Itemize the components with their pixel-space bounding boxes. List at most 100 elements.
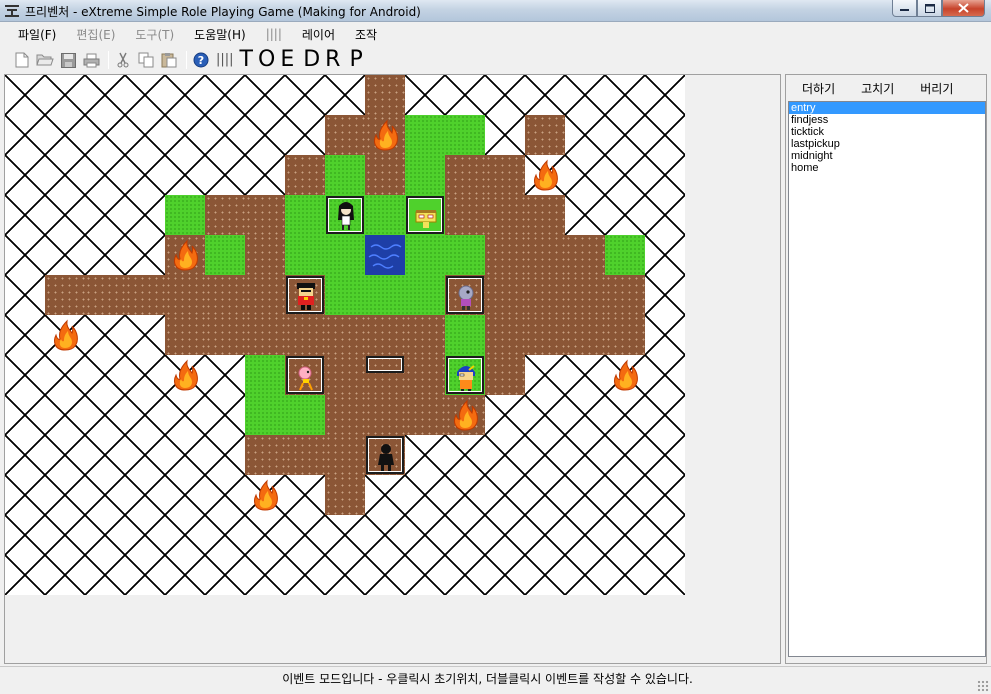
- map-tile-empty[interactable]: [85, 155, 125, 195]
- map-tile-dirt[interactable]: [245, 315, 285, 355]
- map-tile-dirt[interactable]: [605, 275, 645, 315]
- layer-mode-button[interactable]: R: [325, 49, 343, 71]
- map-tile-empty[interactable]: [325, 75, 365, 115]
- map-tile-empty[interactable]: [605, 75, 645, 115]
- map-tile-empty[interactable]: [205, 155, 245, 195]
- map-tile-empty[interactable]: [645, 155, 685, 195]
- map-tile-empty[interactable]: [445, 75, 485, 115]
- map-tile-dirt[interactable]: [125, 275, 165, 315]
- map-tile-empty[interactable]: [525, 435, 565, 475]
- map-tile-empty[interactable]: [125, 155, 165, 195]
- map-tile-dirt[interactable]: [485, 235, 525, 275]
- map-tile-dirt[interactable]: [325, 115, 365, 155]
- map-tile-empty[interactable]: [405, 515, 445, 555]
- map-tile-dirt[interactable]: [45, 275, 85, 315]
- delete-event-button[interactable]: 버리기: [910, 78, 963, 99]
- house-event[interactable]: [406, 196, 444, 234]
- map-tile-empty[interactable]: [285, 555, 325, 595]
- map-tile-empty[interactable]: [125, 435, 165, 475]
- map-tile-empty[interactable]: [5, 475, 45, 515]
- map-tile-empty[interactable]: [565, 75, 605, 115]
- map-tile-empty[interactable]: [5, 155, 45, 195]
- print-icon[interactable]: [81, 50, 101, 70]
- map-canvas[interactable]: [5, 75, 685, 595]
- map-tile-empty[interactable]: [525, 75, 565, 115]
- map-tile-empty[interactable]: [565, 475, 605, 515]
- map-tile-dirt[interactable]: [445, 195, 485, 235]
- map-tile-grass[interactable]: [405, 115, 445, 155]
- map-tile-dirt[interactable]: [365, 395, 405, 435]
- map-tile-empty[interactable]: [125, 515, 165, 555]
- map-tile-grass[interactable]: [365, 195, 405, 235]
- map-tile-empty[interactable]: [485, 75, 525, 115]
- map-tile-grass[interactable]: [245, 355, 285, 395]
- map-tile-empty[interactable]: [565, 155, 605, 195]
- map-tile-empty[interactable]: [365, 475, 405, 515]
- map-tile-dirt[interactable]: [565, 315, 605, 355]
- map-tile-dirt[interactable]: [325, 475, 365, 515]
- map-tile-dirt[interactable]: [565, 235, 605, 275]
- map-tile-dirt[interactable]: [485, 315, 525, 355]
- map-tile-empty[interactable]: [285, 115, 325, 155]
- map-tile-empty[interactable]: [5, 315, 45, 355]
- map-tile-dirt[interactable]: [325, 395, 365, 435]
- menu-item[interactable]: 조작: [345, 24, 387, 45]
- map-tile-empty[interactable]: [645, 355, 685, 395]
- map-tile-empty[interactable]: [525, 555, 565, 595]
- map-editor[interactable]: [4, 74, 781, 664]
- map-tile-grass[interactable]: [205, 235, 245, 275]
- map-tile-dirt[interactable]: [525, 275, 565, 315]
- map-tile-empty[interactable]: [645, 75, 685, 115]
- signboard-event[interactable]: [366, 356, 404, 373]
- map-tile-dirt[interactable]: [445, 155, 485, 195]
- map-tile-empty[interactable]: [125, 555, 165, 595]
- map-tile-empty[interactable]: [85, 355, 125, 395]
- map-tile-empty[interactable]: [5, 355, 45, 395]
- map-tile-grass[interactable]: [445, 235, 485, 275]
- map-tile-empty[interactable]: [245, 75, 285, 115]
- map-tile-grass[interactable]: [605, 235, 645, 275]
- map-tile-empty[interactable]: [45, 555, 85, 595]
- close-button[interactable]: [942, 0, 985, 17]
- map-tile-empty[interactable]: [85, 395, 125, 435]
- map-tile-grass[interactable]: [445, 315, 485, 355]
- map-tile-empty[interactable]: [565, 435, 605, 475]
- map-tile-dirt[interactable]: [165, 315, 205, 355]
- map-tile-empty[interactable]: [45, 155, 85, 195]
- help-icon[interactable]: ?: [191, 50, 211, 70]
- map-tile-empty[interactable]: [5, 75, 45, 115]
- map-tile-empty[interactable]: [5, 435, 45, 475]
- map-tile-dirt[interactable]: [85, 275, 125, 315]
- map-tile-empty[interactable]: [205, 115, 245, 155]
- map-tile-dirt[interactable]: [485, 195, 525, 235]
- map-tile-empty[interactable]: [85, 195, 125, 235]
- map-tile-empty[interactable]: [125, 235, 165, 275]
- map-tile-empty[interactable]: [285, 75, 325, 115]
- char-blue-event[interactable]: [446, 356, 484, 394]
- map-tile-empty[interactable]: [605, 515, 645, 555]
- map-tile-grass[interactable]: [405, 235, 445, 275]
- layer-mode-button[interactable]: P: [349, 49, 365, 71]
- event-list-item[interactable]: ticktick: [789, 126, 985, 138]
- map-tile-empty[interactable]: [525, 515, 565, 555]
- map-tile-empty[interactable]: [245, 555, 285, 595]
- map-tile-empty[interactable]: [605, 395, 645, 435]
- resize-grip[interactable]: [977, 680, 989, 692]
- map-tile-dirt[interactable]: [325, 355, 365, 395]
- map-tile-grass[interactable]: [285, 195, 325, 235]
- menu-item[interactable]: 편집(E): [66, 24, 125, 45]
- map-tile-dirt[interactable]: [565, 275, 605, 315]
- map-tile-empty[interactable]: [85, 315, 125, 355]
- map-tile-empty[interactable]: [605, 195, 645, 235]
- map-tile-dirt[interactable]: [245, 435, 285, 475]
- map-tile-empty[interactable]: [205, 475, 245, 515]
- map-tile-empty[interactable]: [485, 115, 525, 155]
- map-tile-empty[interactable]: [485, 435, 525, 475]
- map-tile-empty[interactable]: [85, 475, 125, 515]
- map-tile-empty[interactable]: [645, 435, 685, 475]
- map-tile-empty[interactable]: [165, 395, 205, 435]
- map-tile-dirt[interactable]: [405, 355, 445, 395]
- map-tile-empty[interactable]: [125, 355, 165, 395]
- map-tile-empty[interactable]: [325, 515, 365, 555]
- map-tile-dirt[interactable]: [485, 155, 525, 195]
